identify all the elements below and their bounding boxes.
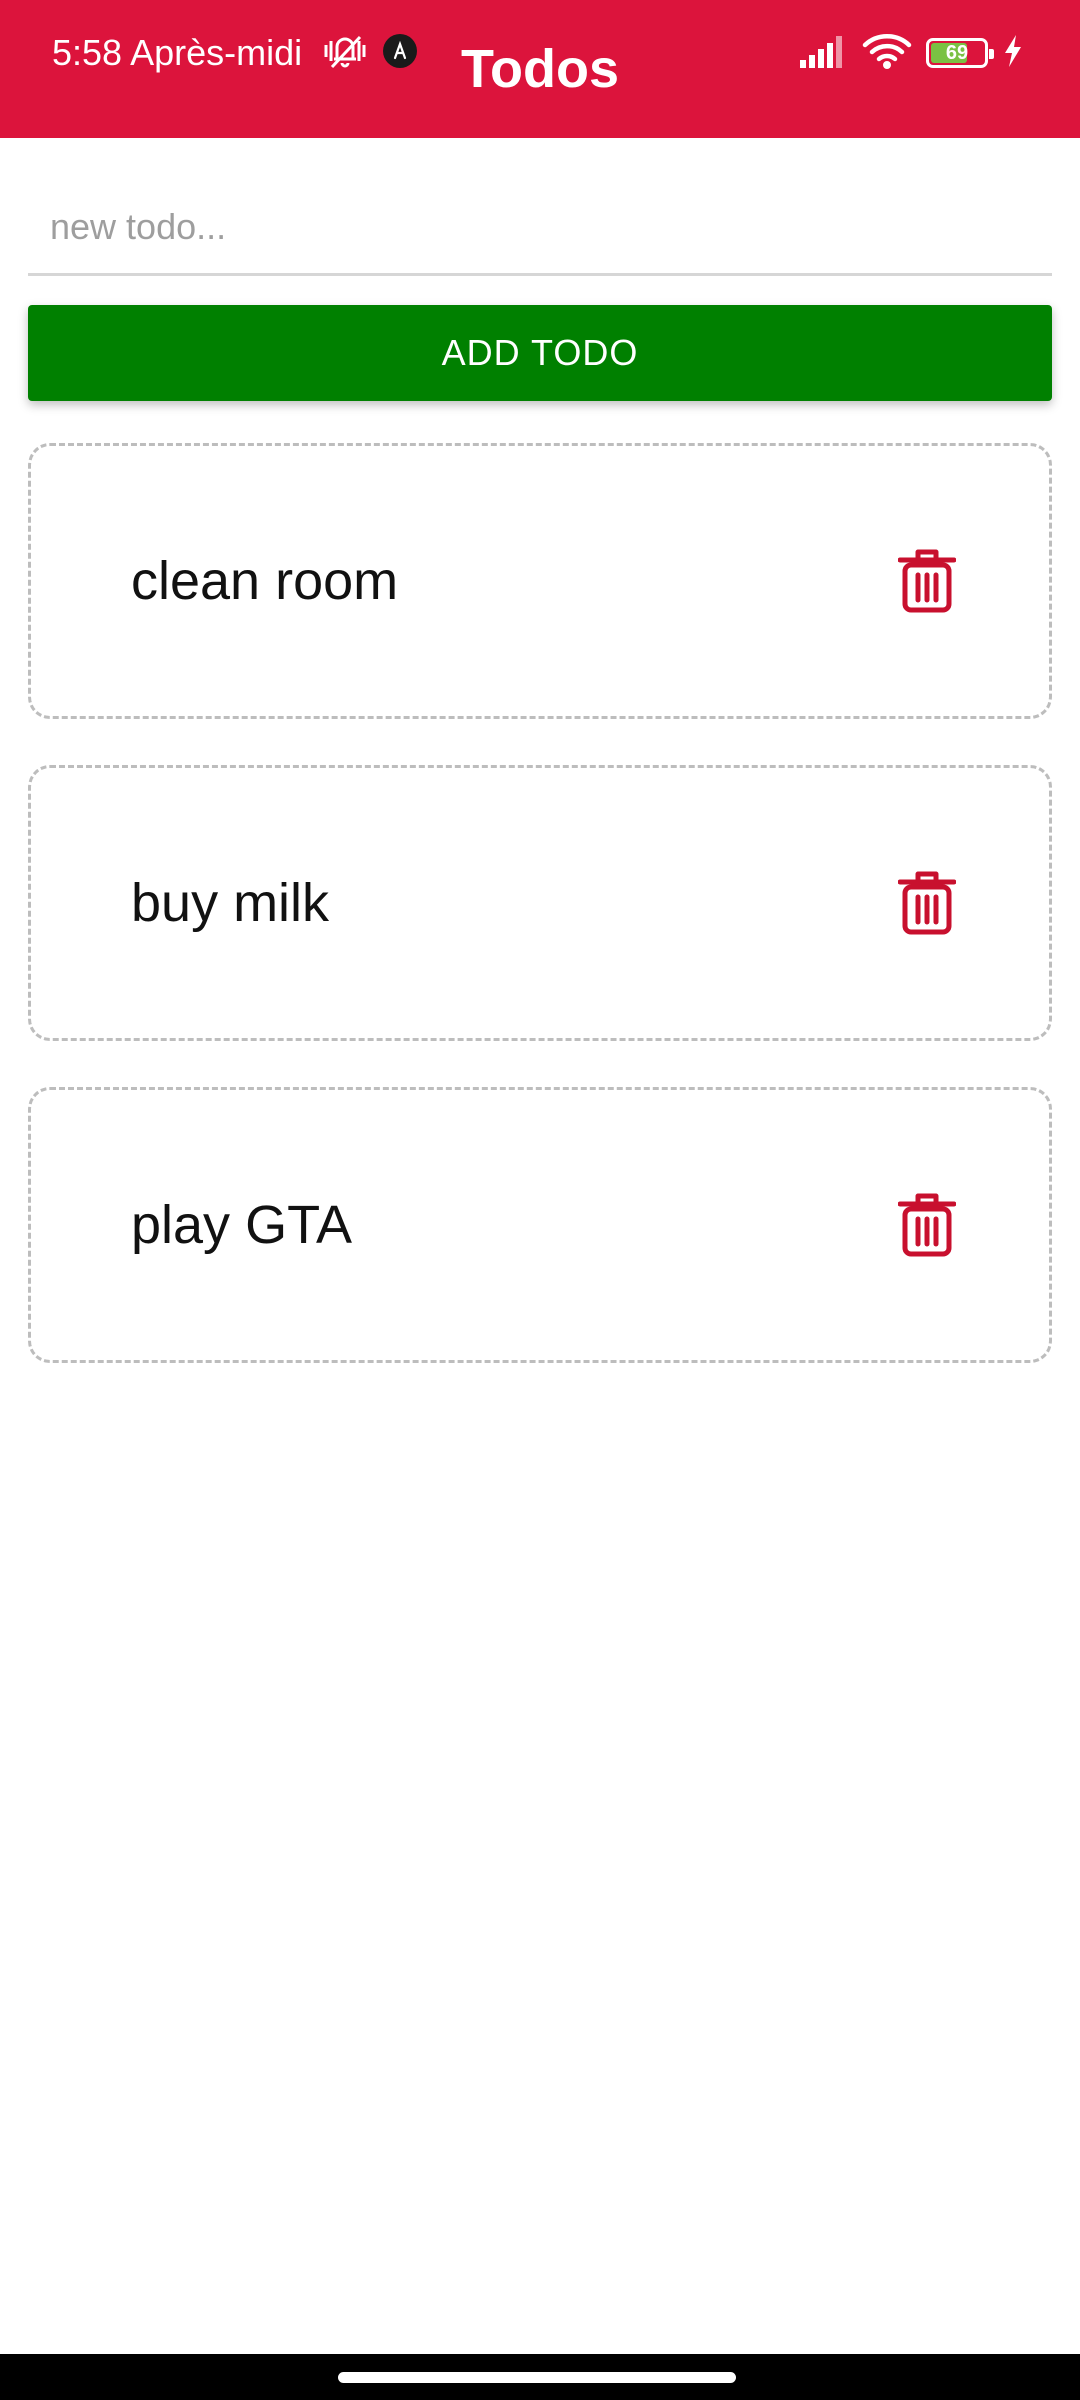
todo-item: buy milk: [28, 765, 1052, 1041]
trash-icon: [898, 1193, 956, 1257]
trash-icon: [898, 871, 956, 935]
home-indicator[interactable]: [338, 2372, 736, 2383]
signal-icon: [800, 34, 848, 73]
delete-todo-button[interactable]: [897, 547, 957, 615]
todo-item: play GTA: [28, 1087, 1052, 1363]
todo-item: clean room: [28, 443, 1052, 719]
delete-todo-button[interactable]: [897, 1191, 957, 1259]
trash-icon: [898, 549, 956, 613]
todo-text: clean room: [131, 551, 399, 611]
todo-list: clean room buy milk play GTA: [28, 443, 1052, 1409]
app-header: 5:58 Après-midi Todos 69: [0, 0, 1080, 138]
charging-icon: [1002, 34, 1024, 73]
delete-todo-button[interactable]: [897, 869, 957, 937]
todo-text: play GTA: [131, 1195, 353, 1255]
wifi-icon: [862, 32, 912, 75]
add-todo-button[interactable]: ADD TODO: [28, 305, 1052, 401]
battery-icon: 69: [926, 38, 994, 68]
battery-level: 69: [945, 42, 969, 64]
system-nav-bar: [0, 2354, 1080, 2400]
todo-text: buy milk: [131, 873, 330, 933]
status-icons-right: 69: [800, 28, 1024, 78]
new-todo-input[interactable]: [28, 180, 1052, 276]
